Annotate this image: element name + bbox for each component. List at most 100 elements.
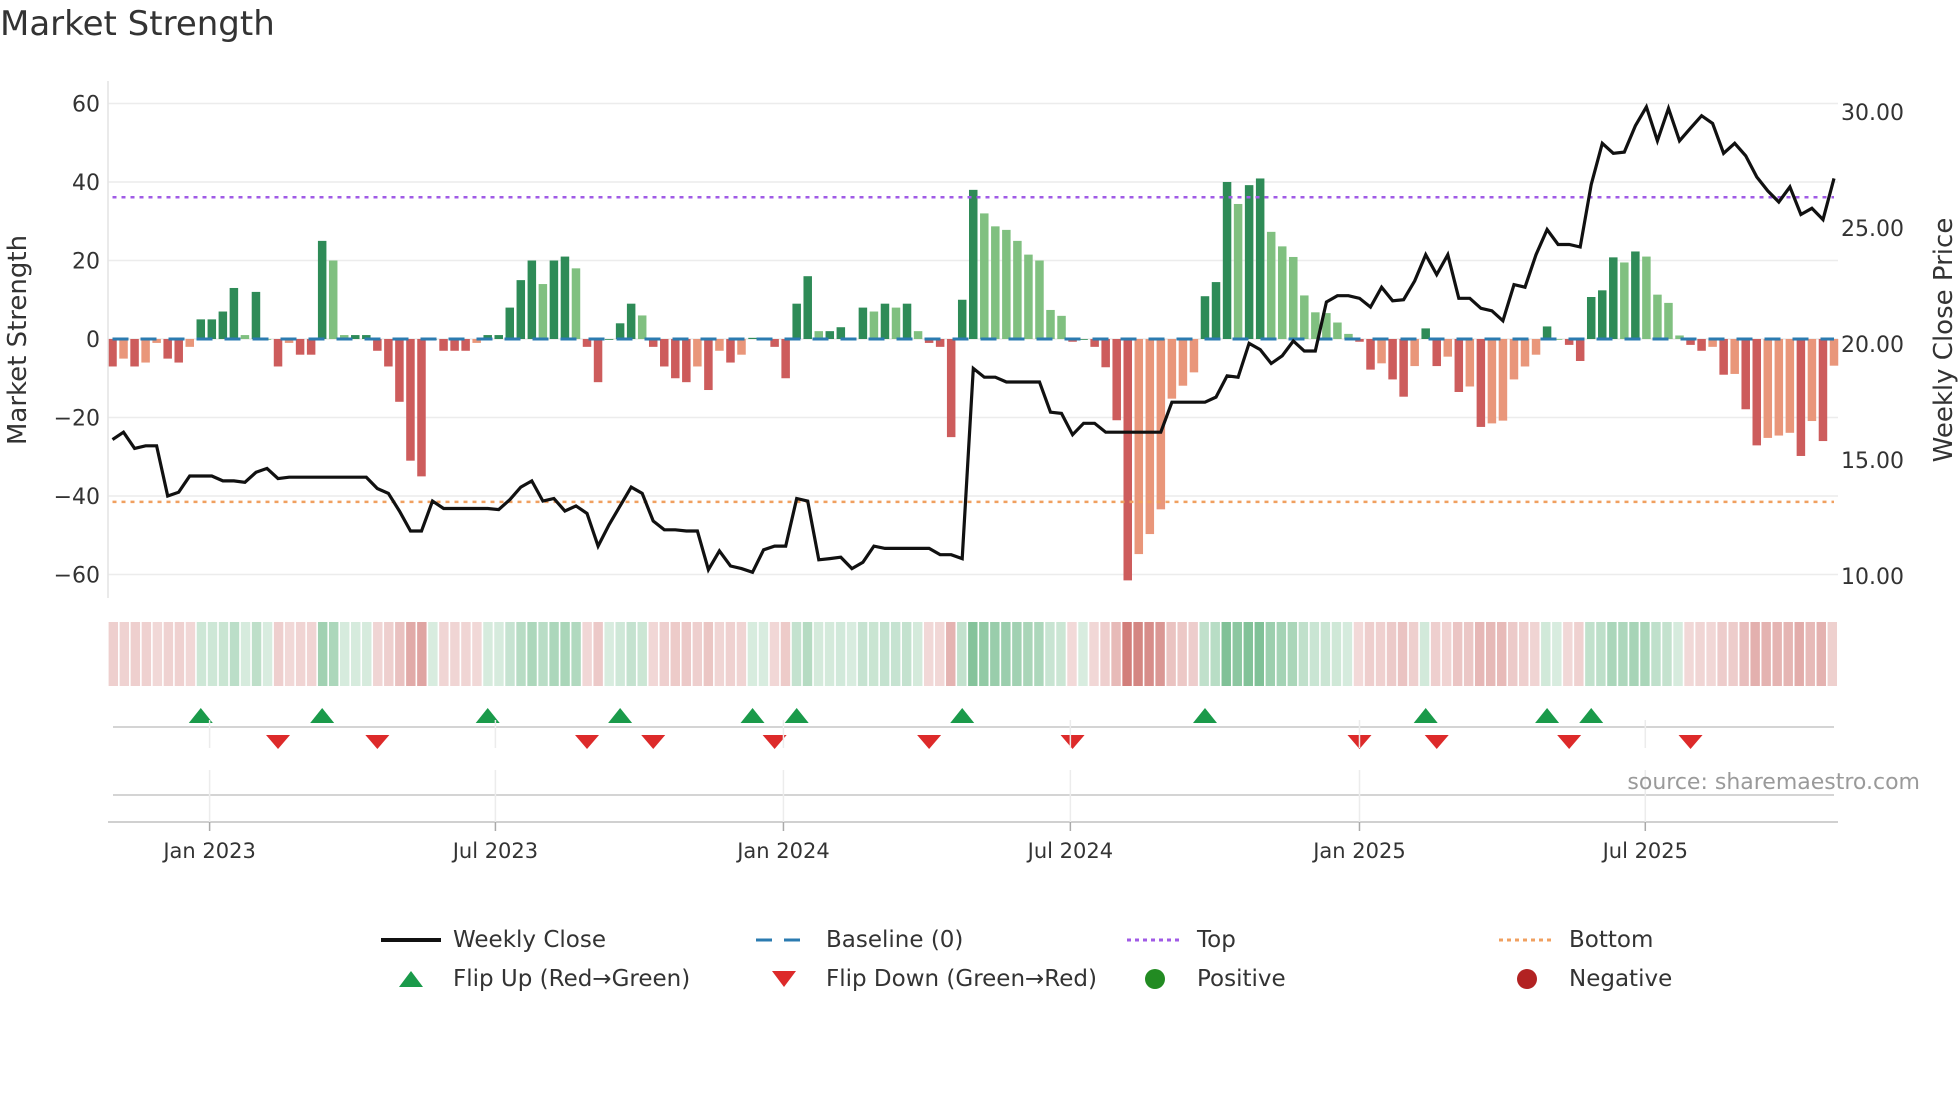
legend-label: Negative	[1569, 966, 1673, 992]
heat-strip-cell	[681, 622, 692, 686]
flip-up-marker	[1535, 708, 1560, 723]
heat-strip-cell	[1805, 622, 1815, 686]
strength-bar	[1432, 339, 1441, 367]
heat-strip-cell	[1783, 622, 1793, 686]
heat-strip-cell	[912, 622, 923, 686]
heat-strip-cell	[428, 622, 438, 686]
strength-bar	[1388, 339, 1397, 380]
x-tick-label: Jul 2023	[451, 839, 538, 863]
heat-strip-cell	[979, 622, 989, 686]
heat-strip-cell	[1111, 622, 1121, 686]
strength-bar	[306, 339, 316, 355]
strength-bar	[1476, 339, 1486, 427]
heat-strip-cell	[351, 622, 361, 686]
strength-bar	[1167, 339, 1177, 399]
heat-strip-cell	[527, 622, 537, 686]
heat-strip-cell	[769, 622, 780, 686]
legend-label: Flip Up (Red→Green)	[453, 966, 691, 992]
strength-bar	[1013, 240, 1022, 339]
strength-bar	[615, 323, 625, 339]
strength-bar	[240, 335, 250, 339]
strength-bar	[1631, 251, 1640, 339]
heat-strip-cell	[1199, 622, 1209, 686]
heat-strip-cell	[1276, 622, 1287, 686]
strength-bar	[549, 260, 559, 339]
heat-strip-cell	[703, 622, 714, 686]
heat-strip-cell	[1386, 622, 1397, 686]
heat-strip-cell	[670, 622, 680, 686]
legend-positive: Positive	[1125, 962, 1286, 996]
heat-strip-cell	[1353, 622, 1364, 686]
heat-strip-cell	[604, 622, 614, 686]
strength-bar	[682, 339, 691, 383]
strength-bar	[527, 260, 537, 339]
heat-strip-cell	[924, 622, 934, 686]
heat-strip-cell	[295, 622, 306, 686]
heat-strip-cell	[1662, 622, 1672, 686]
strength-bar	[1222, 182, 1232, 339]
heat-strip-cell	[1463, 622, 1474, 686]
heat-strip-cell	[1485, 622, 1496, 686]
flip-up-marker	[1579, 708, 1604, 723]
strength-bar	[671, 339, 680, 379]
heat-strip-cell	[957, 622, 967, 686]
strength-bar	[1498, 339, 1508, 421]
heat-strip-cell	[1772, 622, 1782, 686]
strength-bar	[1697, 339, 1706, 351]
strength-bar	[1642, 256, 1651, 339]
heat-strip-cell	[1717, 622, 1727, 686]
legend-baseline: Baseline (0)	[754, 923, 963, 957]
x-axis: Jan 2023 Jul 2023 Jan 2024 Jul 2024 Jan 2025…	[108, 720, 1838, 863]
y2-tick-label: 20.00	[1841, 333, 1904, 358]
heat-strip-cell	[1056, 622, 1066, 686]
x-tick-label: Jan 2023	[161, 839, 256, 863]
heat-strip-cell	[1419, 622, 1430, 686]
strength-bar	[737, 339, 746, 355]
heat-strip-cell	[802, 622, 813, 686]
legend-flip-up: Flip Up (Red→Green)	[381, 962, 690, 996]
flip-down-marker	[641, 735, 666, 749]
heat-strip-cell	[328, 622, 339, 686]
heat-strip-cell	[1530, 622, 1540, 686]
y-axis-title: Market Strength	[3, 235, 33, 445]
strength-bar	[1410, 339, 1419, 367]
strength-bar	[1112, 339, 1121, 421]
strength-bar	[957, 299, 967, 339]
heat-strip-cell	[1497, 622, 1507, 686]
heat-strip-cell	[571, 622, 581, 686]
legend-flip-down: Flip Down (Green→Red)	[754, 962, 1097, 996]
heat-strip-cell	[207, 622, 218, 686]
heat-strip-cell	[1309, 622, 1320, 686]
heat-strip-cell	[637, 622, 647, 686]
heat-strip-cell	[251, 622, 262, 686]
strength-bar	[1609, 257, 1618, 339]
heat-strip-cell	[1750, 622, 1760, 686]
strength-bar	[913, 331, 923, 339]
heat-strip-cell	[901, 622, 912, 686]
strength-bar	[1730, 339, 1739, 374]
heat-strip-cell	[968, 622, 978, 686]
strength-bar	[1520, 339, 1530, 367]
strength-bar	[1333, 322, 1342, 339]
heat-strip-cell	[1739, 622, 1749, 686]
strength-bar	[174, 339, 183, 363]
source-caption: source: sharemaestro.com	[1627, 770, 1920, 795]
heat-strip-cell	[1585, 622, 1595, 686]
heat-strip-cell	[1012, 622, 1022, 686]
strength-bar	[450, 339, 459, 351]
strength-bar	[1454, 339, 1464, 392]
strength-bar	[196, 319, 206, 339]
strength-bar	[1807, 339, 1817, 422]
flip-down-marker	[917, 735, 942, 749]
strength-bar	[1101, 339, 1110, 368]
flip-markers	[188, 708, 1703, 749]
heat-strip-cell	[1519, 622, 1529, 686]
strength-bar	[1024, 254, 1033, 339]
strength-bar	[1079, 339, 1088, 340]
heat-strip-cell	[461, 622, 471, 686]
strength-bar	[384, 339, 393, 367]
flip-up-marker	[1413, 708, 1438, 723]
strength-bar	[792, 303, 801, 339]
heat-strip-cell	[560, 622, 570, 686]
strength-bar	[1300, 295, 1309, 339]
